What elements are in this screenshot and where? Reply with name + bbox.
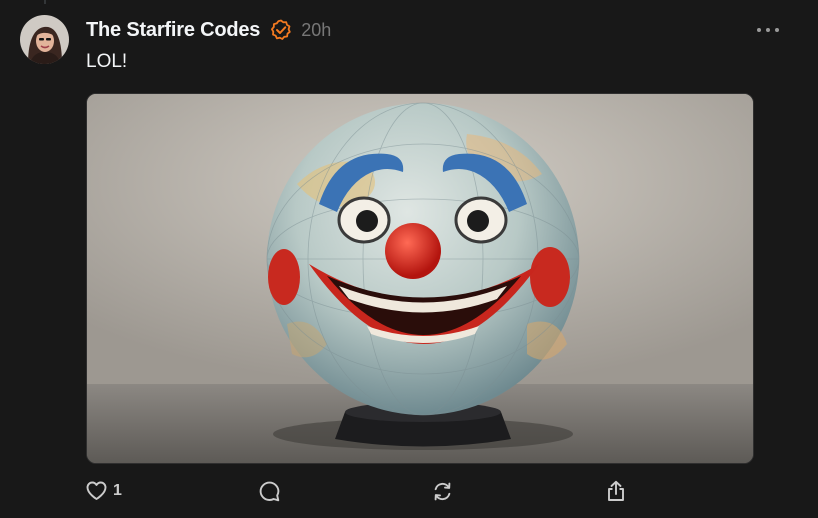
verified-badge-icon [270, 19, 292, 41]
like-count: 1 [113, 482, 122, 499]
comment-icon [259, 481, 280, 502]
more-dot [766, 28, 770, 32]
avatar[interactable] [20, 15, 69, 64]
post-text: LOL! [86, 51, 128, 72]
reply-button[interactable] [259, 478, 280, 504]
repost-button[interactable] [432, 478, 453, 504]
like-button[interactable]: 1 [86, 478, 122, 504]
post-timestamp: 20h [301, 19, 332, 40]
post-actions: 1 [86, 478, 646, 504]
heart-icon [86, 481, 107, 501]
more-dot [775, 28, 779, 32]
author-name[interactable]: The Starfire Codes [86, 19, 260, 42]
post-header: The Starfire Codes 20h [86, 17, 331, 43]
share-button[interactable] [606, 478, 626, 504]
repost-icon [432, 481, 453, 502]
more-horizontal-icon [757, 28, 761, 32]
thread-line [44, 0, 46, 4]
share-icon [606, 480, 626, 502]
post-image[interactable] [86, 93, 754, 464]
more-options-button[interactable] [757, 22, 779, 38]
